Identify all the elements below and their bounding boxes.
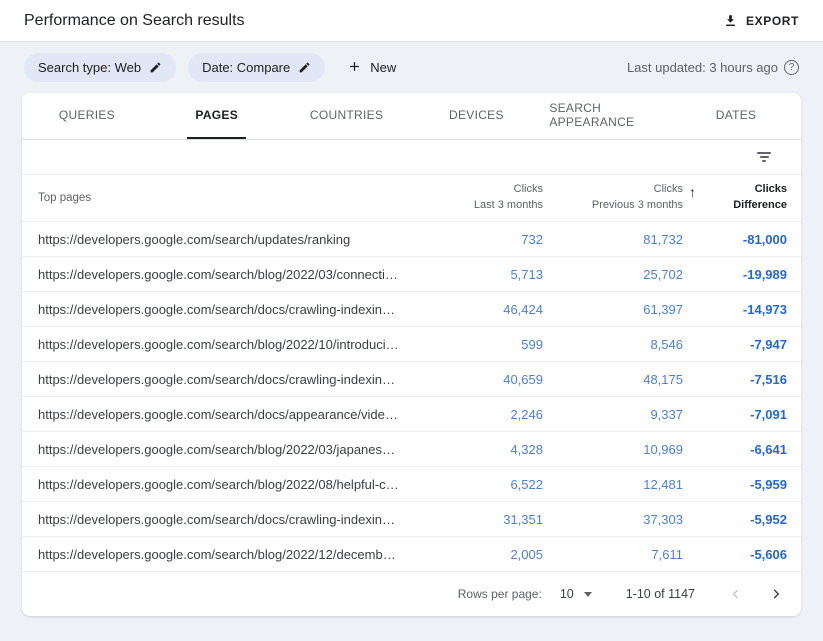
table-body: https://developers.google.com/search/upd… [22, 222, 801, 572]
search-type-chip[interactable]: Search type: Web [24, 53, 176, 82]
clicks-last-value: 40,659 [413, 372, 543, 387]
edit-pencil-icon [298, 61, 311, 74]
clicks-last-value: 31,351 [413, 512, 543, 527]
clicks-previous-value: 8,546 [543, 337, 683, 352]
clicks-last-value: 599 [413, 337, 543, 352]
clicks-previous-value: 12,481 [543, 477, 683, 492]
rows-per-page-value: 10 [560, 587, 574, 601]
filter-list-icon[interactable] [753, 148, 775, 166]
clicks-last-value: 2,246 [413, 407, 543, 422]
table-row[interactable]: https://developers.google.com/search/upd… [22, 222, 801, 257]
clicks-difference-value: -81,000 [683, 232, 787, 247]
table-row[interactable]: https://developers.google.com/search/blo… [22, 432, 801, 467]
page-url[interactable]: https://developers.google.com/search/blo… [38, 477, 413, 492]
column-header-top-pages[interactable]: Top pages [38, 192, 413, 204]
rows-per-page-select[interactable]: 10 [560, 587, 592, 601]
table-row[interactable]: https://developers.google.com/search/doc… [22, 397, 801, 432]
clicks-previous-value: 48,175 [543, 372, 683, 387]
export-label: EXPORT [746, 14, 799, 28]
tab-pages[interactable]: PAGES [152, 93, 282, 139]
page-url[interactable]: https://developers.google.com/search/doc… [38, 512, 413, 527]
page-url[interactable]: https://developers.google.com/search/blo… [38, 547, 413, 562]
chevron-left-icon [729, 587, 743, 601]
table-row[interactable]: https://developers.google.com/search/blo… [22, 257, 801, 292]
sort-ascending-icon: ↑ [689, 182, 696, 202]
clicks-difference-value: -5,606 [683, 547, 787, 562]
clicks-previous-value: 10,969 [543, 442, 683, 457]
export-button[interactable]: EXPORT [723, 13, 799, 28]
clicks-last-value: 46,424 [413, 302, 543, 317]
table-header-row: Top pages Clicks Last 3 months Clicks Pr… [22, 175, 801, 222]
clicks-previous-value: 25,702 [543, 267, 683, 282]
clicks-previous-value: 7,611 [543, 547, 683, 562]
clicks-difference-value: -7,947 [683, 337, 787, 352]
clicks-last-value: 732 [413, 232, 543, 247]
column-header-clicks-difference[interactable]: ↑ Clicks Difference [683, 182, 787, 214]
new-label: New [370, 60, 396, 75]
last-updated: Last updated: 3 hours ago ? [627, 60, 799, 75]
top-bar: Performance on Search results EXPORT [0, 0, 823, 42]
clicks-previous-value: 81,732 [543, 232, 683, 247]
download-icon [723, 13, 738, 28]
next-page-button[interactable] [765, 583, 787, 605]
tab-devices[interactable]: DEVICES [411, 93, 541, 139]
clicks-previous-value: 9,337 [543, 407, 683, 422]
clicks-last-value: 5,713 [413, 267, 543, 282]
clicks-difference-value: -5,959 [683, 477, 787, 492]
clicks-previous-value: 61,397 [543, 302, 683, 317]
table-row[interactable]: https://developers.google.com/search/doc… [22, 502, 801, 537]
page-url[interactable]: https://developers.google.com/search/doc… [38, 407, 413, 422]
edit-pencil-icon [149, 61, 162, 74]
table-row[interactable]: https://developers.google.com/search/blo… [22, 537, 801, 572]
clicks-difference-value: -7,091 [683, 407, 787, 422]
page-url[interactable]: https://developers.google.com/search/blo… [38, 267, 413, 282]
tab-queries[interactable]: QUERIES [22, 93, 152, 139]
previous-page-button[interactable] [725, 583, 747, 605]
results-card: QUERIES PAGES COUNTRIES DEVICES SEARCH A… [22, 93, 801, 616]
chevron-down-icon [584, 592, 592, 597]
new-filter-button[interactable]: New [347, 59, 396, 77]
clicks-difference-value: -6,641 [683, 442, 787, 457]
chevron-right-icon [769, 587, 783, 601]
page-url[interactable]: https://developers.google.com/search/doc… [38, 372, 413, 387]
page-url[interactable]: https://developers.google.com/search/upd… [38, 232, 413, 247]
filter-bar: Search type: Web Date: Compare New Last … [0, 42, 823, 93]
page-url[interactable]: https://developers.google.com/search/blo… [38, 337, 413, 352]
table-row[interactable]: https://developers.google.com/search/doc… [22, 292, 801, 327]
dimension-tabs: QUERIES PAGES COUNTRIES DEVICES SEARCH A… [22, 93, 801, 140]
clicks-difference-value: -14,973 [683, 302, 787, 317]
tab-countries[interactable]: COUNTRIES [282, 93, 412, 139]
chip-label: Search type: Web [38, 60, 141, 75]
table-toolbar [22, 140, 801, 175]
page-title: Performance on Search results [24, 12, 245, 30]
tab-dates[interactable]: DATES [671, 93, 801, 139]
help-icon[interactable]: ? [784, 60, 799, 75]
page-url[interactable]: https://developers.google.com/search/doc… [38, 302, 413, 317]
column-header-clicks-previous[interactable]: Clicks Previous 3 months [543, 182, 683, 214]
clicks-difference-value: -19,989 [683, 267, 787, 282]
last-updated-text: Last updated: 3 hours ago [627, 60, 778, 75]
date-compare-chip[interactable]: Date: Compare [188, 53, 325, 82]
clicks-difference-value: -7,516 [683, 372, 787, 387]
clicks-last-value: 4,328 [413, 442, 543, 457]
clicks-last-value: 6,522 [413, 477, 543, 492]
tab-search-appearance[interactable]: SEARCH APPEARANCE [541, 93, 671, 139]
chip-label: Date: Compare [202, 60, 290, 75]
table-row[interactable]: https://developers.google.com/search/blo… [22, 327, 801, 362]
column-header-clicks-last[interactable]: Clicks Last 3 months [413, 182, 543, 214]
page-url[interactable]: https://developers.google.com/search/blo… [38, 442, 413, 457]
pagination-bar: Rows per page: 10 1-10 of 1147 [22, 572, 801, 616]
rows-per-page-label: Rows per page: [458, 587, 542, 601]
table-row[interactable]: https://developers.google.com/search/doc… [22, 362, 801, 397]
pagination-range: 1-10 of 1147 [626, 587, 695, 601]
table-row[interactable]: https://developers.google.com/search/blo… [22, 467, 801, 502]
clicks-last-value: 2,005 [413, 547, 543, 562]
plus-icon [347, 59, 362, 77]
clicks-previous-value: 37,303 [543, 512, 683, 527]
clicks-difference-value: -5,952 [683, 512, 787, 527]
